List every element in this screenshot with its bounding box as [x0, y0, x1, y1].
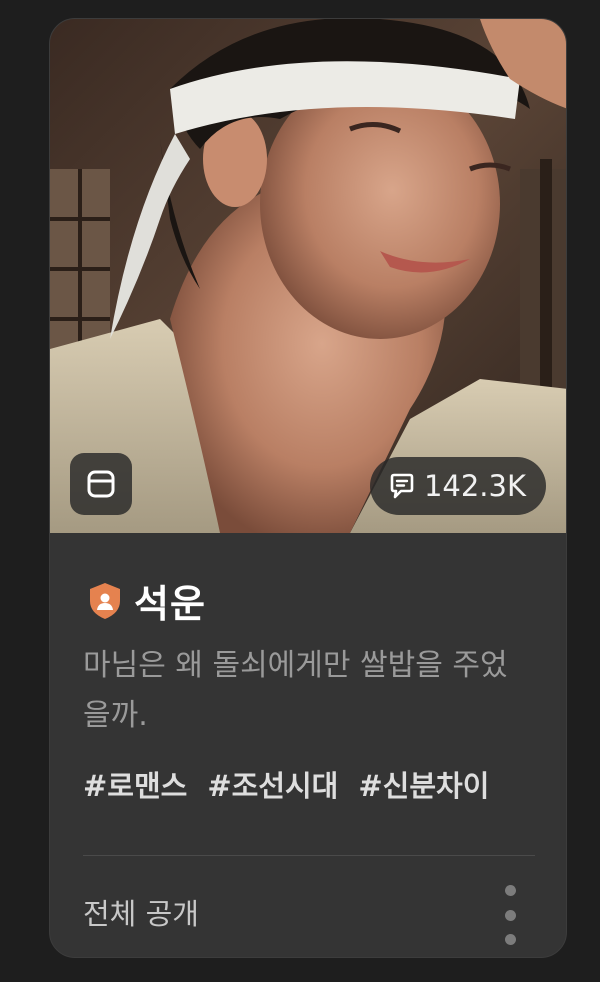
tag-joseon-era[interactable]: #조선시대 — [207, 763, 338, 805]
more-dot — [504, 934, 516, 945]
more-dot — [504, 909, 516, 921]
cover-image[interactable]: 142.3K — [50, 19, 566, 533]
more-vertical-icon[interactable] — [498, 885, 522, 945]
card-body: 석운 마님은 왜 돌쇠에게만 쌀밥을 주었을까. #로맨스 #조선시대 #신분차… — [50, 533, 566, 957]
title-row: 석운 — [86, 573, 206, 628]
tag-list: #로맨스 #조선시대 #신분차이 — [83, 763, 489, 805]
chat-count: 142.3K — [423, 469, 526, 503]
tag-class-difference[interactable]: #신분차이 — [358, 763, 489, 805]
character-description: 마님은 왜 돌쇠에게만 쌀밥을 주었을까. — [83, 648, 508, 733]
divider — [83, 855, 535, 856]
chat-count-badge: 142.3K — [369, 457, 546, 515]
more-dot — [504, 885, 516, 896]
visibility-status: 전체 공개 — [83, 897, 199, 931]
chat-bubble-icon — [390, 473, 414, 499]
tag-romance[interactable]: #로맨스 — [83, 763, 187, 805]
window-icon — [87, 470, 115, 498]
cover-type-badge — [70, 453, 132, 515]
character-name: 석운 — [134, 582, 206, 626]
character-card[interactable]: 142.3K 석운 마님은 왜 돌쇠에게만 쌀밥을 주었을까. #로맨스 #조선… — [49, 18, 567, 958]
shield-person-icon — [90, 582, 120, 619]
